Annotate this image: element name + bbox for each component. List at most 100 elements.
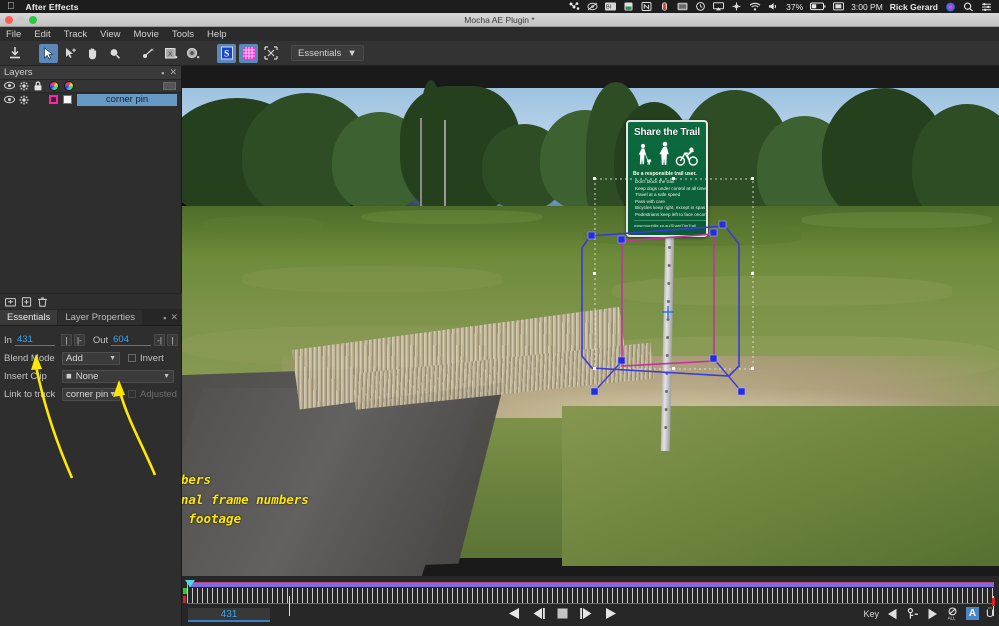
panel-close-icon[interactable]: ✕ — [169, 67, 177, 78]
battery-icon[interactable] — [810, 2, 826, 11]
layer-visibility-eye-icon[interactable] — [4, 95, 15, 105]
set-in-button[interactable]: | — [60, 334, 72, 346]
menu-tools[interactable]: Tools — [172, 29, 202, 40]
invert-checkbox-box[interactable] — [128, 354, 136, 362]
fill-color-wheel-icon[interactable] — [64, 81, 74, 91]
properties-close-icon[interactable]: ✕ — [170, 312, 178, 323]
timeline-start-marker[interactable] — [183, 596, 186, 603]
apple-logo-icon[interactable]:  — [7, 1, 15, 12]
menu-edit[interactable]: Edit — [34, 29, 58, 40]
goto-in-button[interactable]: |- — [73, 334, 85, 346]
layer-name-label[interactable]: corner pin — [77, 93, 177, 106]
menu-movie[interactable]: Movie — [134, 29, 167, 40]
layers-column-header — [0, 80, 181, 93]
properties-float-icon[interactable]: ▪ — [163, 313, 166, 323]
pin-tool[interactable]: x — [139, 44, 158, 63]
menu-file[interactable]: File — [6, 29, 29, 40]
viewer-canvas[interactable]: Share the Trail Be a responsible trail u… — [182, 66, 999, 576]
do-not-disturb-icon[interactable] — [587, 2, 598, 11]
time-machine-icon[interactable] — [695, 2, 706, 11]
pan-hand-tool[interactable] — [83, 44, 102, 63]
layers-options-menu[interactable] — [163, 82, 176, 90]
set-out-button[interactable]: | — [167, 334, 179, 346]
new-group-button[interactable] — [4, 296, 16, 308]
invert-checkbox[interactable]: Invert — [128, 353, 164, 364]
timeline-range-bar-wrap[interactable] — [184, 580, 996, 587]
out-frame-field[interactable]: 604 — [111, 334, 152, 346]
select-tool[interactable] — [39, 43, 58, 63]
add-point-tool[interactable] — [61, 44, 80, 63]
menu-track[interactable]: Track — [64, 29, 95, 40]
grid-tool[interactable] — [239, 43, 258, 63]
traffic-light-buttons[interactable] — [5, 16, 37, 24]
menu-view[interactable]: View — [100, 29, 128, 40]
timeline-keyframe-mark[interactable] — [289, 596, 290, 616]
minimize-window-button[interactable] — [17, 16, 25, 24]
import-icon[interactable] — [5, 44, 24, 63]
step-back-button[interactable] — [531, 607, 546, 620]
blend-mode-select[interactable]: Add ▼ — [62, 351, 120, 365]
layer-settings-gear-icon[interactable] — [19, 95, 29, 105]
display-icon[interactable] — [677, 2, 688, 11]
prev-key-button[interactable] — [886, 608, 899, 620]
wifi-icon[interactable] — [749, 2, 761, 11]
thermometer-icon[interactable] — [659, 2, 670, 11]
play-button[interactable] — [604, 607, 618, 620]
step-forward-button[interactable] — [579, 607, 594, 620]
layer-fill-color-swatch[interactable] — [63, 95, 72, 104]
dropbox-icon[interactable] — [569, 2, 580, 11]
timeline-ticks[interactable] — [187, 588, 995, 616]
lock-icon[interactable] — [34, 81, 44, 91]
timeline-in-marker[interactable] — [183, 588, 187, 594]
layer-row-corner-pin[interactable]: corner pin — [0, 93, 181, 106]
current-frame-field[interactable]: 431 — [188, 608, 270, 622]
airplay-icon[interactable] — [713, 2, 725, 11]
stroke-color-wheel-icon[interactable] — [49, 81, 59, 91]
clock-time-label[interactable]: 3:00 PM — [851, 2, 883, 12]
layers-menu-icon[interactable] — [163, 82, 176, 90]
menu-help[interactable]: Help — [207, 29, 235, 40]
in-frame-field[interactable]: 431 — [14, 334, 55, 346]
close-window-button[interactable] — [5, 16, 13, 24]
volume-icon[interactable] — [768, 2, 779, 11]
next-key-button[interactable] — [926, 608, 939, 620]
timeline-panel[interactable]: 431 Key ALL A Ü — [182, 576, 999, 626]
u-button[interactable]: Ü — [986, 608, 994, 620]
adjusted-checkbox-box — [128, 390, 136, 398]
tab-essentials[interactable]: Essentials — [0, 310, 58, 325]
prev-keyframe-button[interactable] — [507, 607, 521, 620]
eye-icon[interactable] — [4, 81, 15, 91]
battery-app-icon[interactable] — [623, 2, 634, 11]
stop-button[interactable] — [556, 607, 569, 620]
zoom-magnifier-tool[interactable] — [105, 44, 124, 63]
svg-text:S: S — [224, 50, 229, 60]
insert-clip-select[interactable]: ■ None ▼ — [62, 369, 174, 383]
user-name-label[interactable]: Rick Gerard — [890, 2, 938, 12]
o-matte-tool[interactable] — [183, 44, 202, 63]
x-matte-tool[interactable]: X — [161, 44, 180, 63]
all-keys-button[interactable]: ALL — [946, 607, 959, 620]
workspace-selector[interactable]: Essentials ▼ — [291, 45, 364, 61]
gear-icon[interactable] — [19, 81, 29, 91]
bluejeans-icon[interactable]: BI — [605, 2, 617, 11]
transform-tool[interactable] — [261, 44, 280, 63]
new-layer-button[interactable] — [20, 296, 32, 308]
timeline-range-bar[interactable] — [189, 582, 994, 587]
window-title-bar[interactable]: Mocha AE Plugin * — [0, 13, 999, 27]
tab-layer-properties[interactable]: Layer Properties — [58, 310, 143, 325]
delete-layer-button[interactable] — [36, 296, 48, 308]
spotlight-search-icon[interactable] — [963, 2, 974, 12]
layer-stroke-color-swatch[interactable] — [49, 95, 58, 104]
crosshair-icon[interactable] — [731, 2, 742, 11]
delete-key-button[interactable] — [906, 607, 919, 620]
notion-icon[interactable] — [641, 2, 652, 11]
control-center-icon[interactable] — [981, 2, 992, 12]
a-button[interactable]: A — [966, 607, 980, 620]
goto-out-button[interactable]: -| — [154, 334, 166, 346]
input-source-icon[interactable] — [833, 2, 845, 11]
zoom-window-button[interactable] — [29, 16, 37, 24]
siri-icon[interactable] — [945, 2, 956, 12]
link-to-track-select[interactable]: corner pin ▼ — [62, 387, 120, 401]
panel-float-icon[interactable]: ▪ — [161, 68, 164, 78]
surface-tool[interactable]: S — [217, 43, 236, 63]
